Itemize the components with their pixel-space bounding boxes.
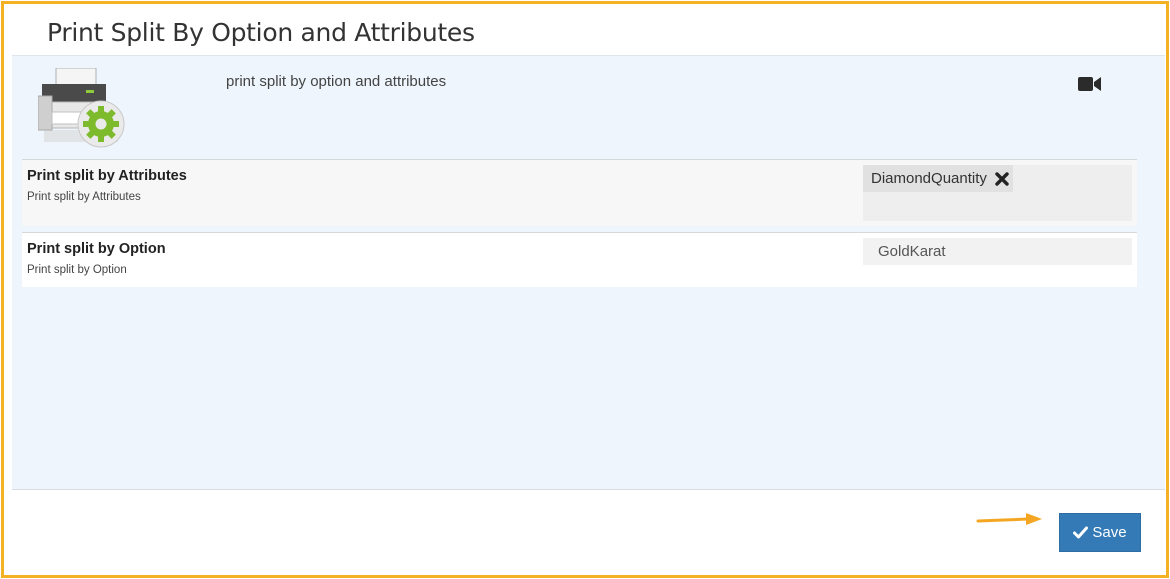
page-description: print split by option and attributes xyxy=(226,73,447,90)
arrow-right-icon xyxy=(976,513,1042,525)
setting-title: Print split by Option xyxy=(27,241,166,257)
printer-settings-icon xyxy=(38,68,125,148)
attributes-tag-input[interactable]: DiamondQuantity xyxy=(863,165,1132,221)
setting-subtitle: Print split by Attributes xyxy=(27,191,141,203)
setting-subtitle: Print split by Option xyxy=(27,264,127,276)
option-select[interactable]: GoldKarat xyxy=(863,238,1132,265)
video-camera-icon[interactable] xyxy=(1078,76,1102,92)
settings-panel: print split by option and attributes Pri… xyxy=(12,55,1165,490)
setting-row-option: Print split by Option Print split by Opt… xyxy=(22,232,1137,287)
save-button[interactable]: Save xyxy=(1059,513,1141,552)
setting-title: Print split by Attributes xyxy=(27,168,187,184)
tag-label: DiamondQuantity xyxy=(871,170,987,187)
setting-row-attributes: Print split by Attributes Print split by… xyxy=(22,159,1137,226)
checkmark-icon xyxy=(1073,526,1089,539)
panel-header: print split by option and attributes xyxy=(12,56,1165,152)
close-x-icon[interactable] xyxy=(995,172,1009,186)
attribute-tag: DiamondQuantity xyxy=(863,165,1013,192)
save-label: Save xyxy=(1092,524,1127,541)
page-title: Print Split By Option and Attributes xyxy=(47,18,475,47)
